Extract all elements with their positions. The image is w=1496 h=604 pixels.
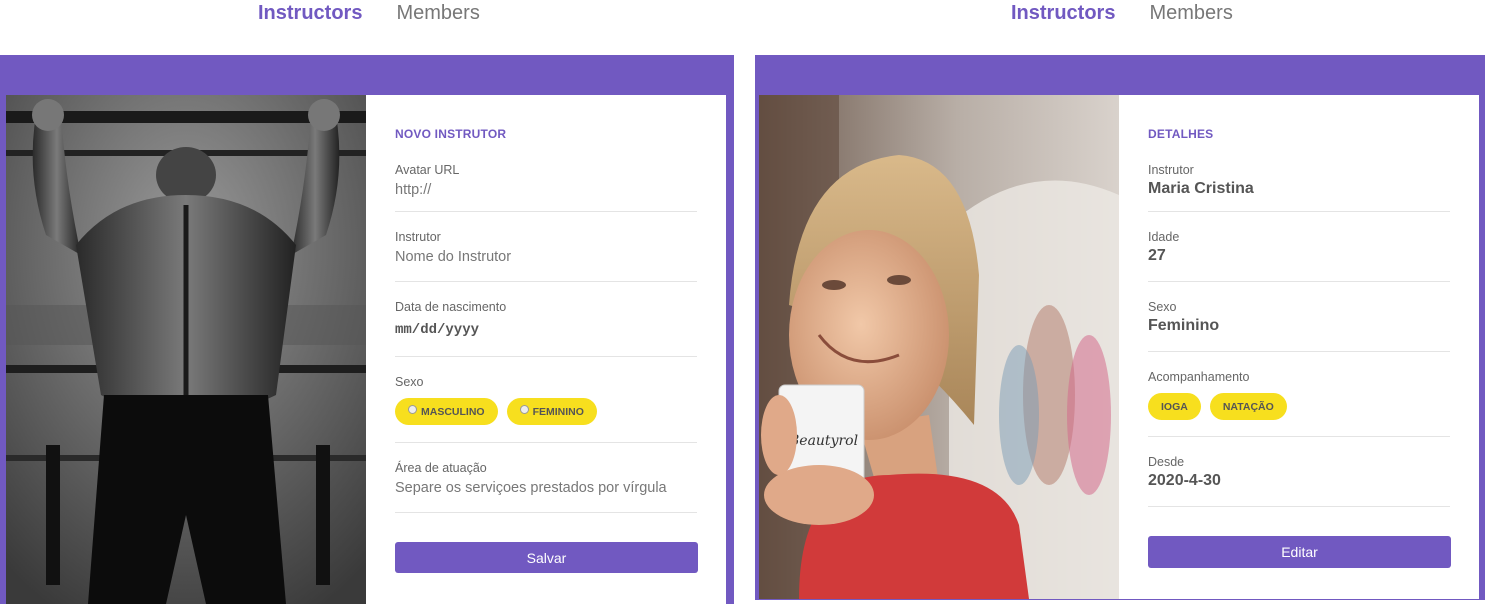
- gender-options: MASCULINO FEMININO: [395, 398, 697, 425]
- instructor-detail: Instrutor Maria Cristina: [1148, 163, 1450, 212]
- nav-members-link-right[interactable]: Members: [1149, 2, 1232, 30]
- gender-value: Feminino: [1148, 317, 1220, 334]
- age-detail: Idade 27: [1148, 212, 1450, 282]
- gender-detail-label: Sexo: [1148, 300, 1177, 314]
- services-label: Acompanhamento: [1148, 370, 1250, 384]
- instructor-name-value: Maria Cristina: [1148, 180, 1254, 197]
- birth-date-field: Data de nascimento mm/dd/yyyy: [395, 282, 697, 357]
- gender-option-feminino[interactable]: FEMININO: [506, 398, 597, 425]
- edit-button[interactable]: Editar: [1148, 536, 1451, 568]
- gender-field: Sexo MASCULINO FEMININO: [395, 357, 697, 443]
- radio-feminino[interactable]: [519, 405, 529, 414]
- instructor-details-panel: Instructors Members Beautyrol DETALHES I…: [755, 0, 1485, 604]
- save-button[interactable]: Salvar: [395, 542, 698, 573]
- instructor-photo-right: Beautyrol: [759, 95, 1119, 599]
- since-label: Desde: [1148, 455, 1185, 469]
- service-area-label: Área de atuação: [395, 461, 487, 475]
- instructor-photo: [6, 95, 366, 604]
- birth-date-input[interactable]: mm/dd/yyyy: [395, 322, 697, 338]
- new-instructor-form: NOVO INSTRUTOR Avatar URL http:// Instru…: [366, 95, 726, 604]
- top-nav: Instructors Members: [258, 2, 480, 30]
- nav-instructors-link-right[interactable]: Instructors: [1011, 2, 1115, 30]
- mug-text: Beautyrol: [788, 433, 858, 449]
- age-value: 27: [1148, 247, 1166, 264]
- top-nav-right: Instructors Members: [1011, 2, 1233, 30]
- avatar-url-label: Avatar URL: [395, 163, 460, 177]
- new-instructor-panel: Instructors Members NOVO INSTRUTOR Avata…: [0, 0, 734, 604]
- avatar-url-field: Avatar URL http://: [395, 163, 697, 212]
- details-title: DETALHES: [1148, 127, 1214, 141]
- since-value: 2020-4-30: [1148, 472, 1221, 489]
- since-detail: Desde 2020-4-30: [1148, 437, 1450, 507]
- services-list: IOGA NATAÇÃO: [1148, 393, 1450, 420]
- age-label: Idade: [1148, 230, 1180, 244]
- instructor-name-label: Instrutor: [395, 230, 441, 244]
- service-area-field: Área de atuação Separe os serviçoes pres…: [395, 443, 697, 513]
- nav-members-link[interactable]: Members: [396, 2, 479, 30]
- service-chip-natacao: NATAÇÃO: [1209, 393, 1287, 420]
- gender-option-masculino-label: MASCULINO: [421, 405, 485, 418]
- instructor-detail-label: Instrutor: [1148, 163, 1194, 177]
- service-area-input[interactable]: Separe os serviçoes prestados por vírgul…: [395, 480, 697, 496]
- gender-detail: Sexo Feminino: [1148, 282, 1450, 352]
- gender-option-masculino[interactable]: MASCULINO: [395, 398, 498, 425]
- instructor-name-input[interactable]: Nome do Instrutor: [395, 249, 697, 265]
- services-detail: Acompanhamento IOGA NATAÇÃO: [1148, 352, 1450, 437]
- instructor-details: DETALHES Instrutor Maria Cristina Idade …: [1119, 95, 1479, 599]
- gender-option-feminino-label: FEMININO: [532, 405, 584, 418]
- birth-date-label: Data de nascimento: [395, 300, 507, 314]
- nav-instructors-link[interactable]: Instructors: [258, 2, 362, 30]
- instructor-name-field: Instrutor Nome do Instrutor: [395, 212, 697, 282]
- avatar-url-input[interactable]: http://: [395, 182, 697, 198]
- service-chip-ioga: IOGA: [1148, 393, 1201, 420]
- gender-label: Sexo: [395, 375, 424, 389]
- radio-masculino[interactable]: [408, 405, 417, 414]
- form-title: NOVO INSTRUTOR: [395, 127, 507, 141]
